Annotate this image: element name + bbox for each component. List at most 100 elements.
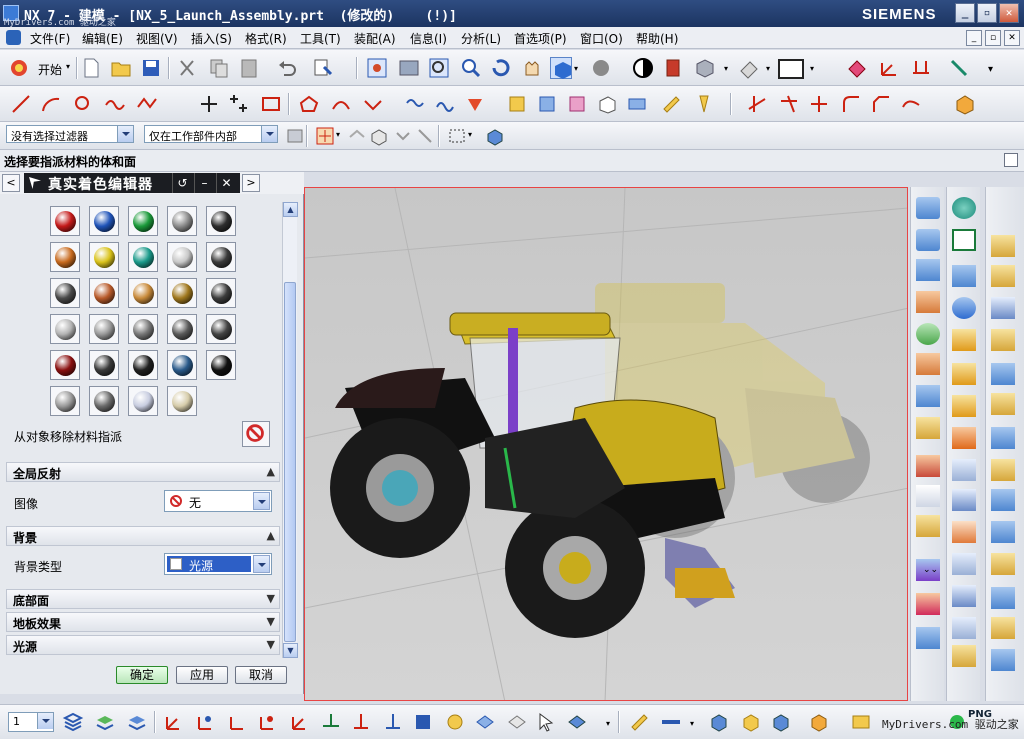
view-dropdown-icon[interactable]: ▾ [724, 64, 728, 73]
scroll-up-icon[interactable]: ▲ [283, 202, 298, 217]
render-style-dropdown-icon[interactable]: ▾ [574, 64, 578, 73]
rectangle-icon[interactable] [260, 93, 282, 115]
material-swatch[interactable] [89, 350, 119, 380]
boss-icon[interactable] [952, 459, 976, 481]
bridge-curve-icon[interactable] [362, 93, 384, 115]
select-component-icon[interactable] [392, 125, 414, 147]
menu-format[interactable]: 格式(R) [245, 30, 287, 47]
panel-forward-icon[interactable]: > [242, 174, 260, 192]
material-swatch[interactable] [89, 386, 119, 416]
wcs-dynamics-icon[interactable] [162, 711, 184, 733]
hand-icon[interactable] [846, 57, 868, 79]
wrap-curve-icon[interactable] [596, 93, 618, 115]
panel-back-icon[interactable]: < [2, 174, 20, 192]
extrude-icon[interactable] [952, 265, 976, 287]
menu-edit[interactable]: 编辑(E) [82, 30, 123, 47]
datum-plane-icon[interactable] [952, 229, 976, 251]
copy-to-layer-icon[interactable] [126, 711, 148, 733]
scroll-thumb[interactable] [284, 282, 296, 642]
material-swatch[interactable] [206, 314, 236, 344]
material-swatch[interactable] [89, 278, 119, 308]
trim-corner-icon[interactable] [778, 93, 800, 115]
toolbar-overflow-icon[interactable]: ▾ [606, 719, 610, 728]
material-swatch[interactable] [50, 206, 80, 236]
menu-insert[interactable]: 插入(S) [191, 30, 232, 47]
patch-icon[interactable] [916, 627, 940, 649]
background-dropdown-icon[interactable]: ▾ [766, 64, 770, 73]
curve-edit-icon[interactable] [660, 93, 682, 115]
shaded-view-icon[interactable] [550, 57, 572, 79]
open-folder-icon[interactable] [110, 57, 132, 79]
intersect-icon[interactable] [952, 617, 976, 639]
extract-body-icon[interactable] [991, 553, 1015, 575]
orient-wcs-icon[interactable] [256, 711, 278, 733]
through-curves-icon[interactable] [916, 323, 940, 345]
swept-surface-icon[interactable] [916, 291, 940, 313]
command-finder-icon[interactable] [312, 57, 334, 79]
start-icon[interactable] [8, 57, 30, 79]
remove-material-button[interactable] [242, 421, 270, 447]
history-icon[interactable] [850, 711, 872, 733]
start-dropdown-icon[interactable]: ▾ [66, 62, 70, 71]
menu-assembly[interactable]: 装配(A) [354, 30, 396, 47]
arc-icon[interactable] [40, 93, 62, 115]
circle-icon[interactable] [72, 93, 94, 115]
material-swatch[interactable] [167, 314, 197, 344]
line-width-dropdown-icon[interactable]: ▾ [690, 719, 694, 728]
join-curve-icon[interactable] [404, 93, 426, 115]
fillet-curve-icon[interactable] [840, 93, 862, 115]
close-panel-icon[interactable]: ✕ [216, 173, 236, 193]
save-wcs-icon[interactable] [444, 711, 466, 733]
section-view-icon[interactable] [694, 57, 716, 79]
image-combo[interactable]: 无 [164, 490, 272, 512]
change-yc-icon[interactable] [382, 711, 404, 733]
cylinder-icon[interactable] [952, 363, 976, 385]
add-feature-icon[interactable] [954, 93, 976, 115]
scroll-down-icon[interactable]: ▼ [283, 643, 298, 658]
material-swatch[interactable] [206, 242, 236, 272]
close-button[interactable]: ✕ [999, 3, 1019, 23]
spline-icon[interactable] [104, 93, 126, 115]
studio-spline-icon[interactable] [136, 93, 158, 115]
material-swatch[interactable] [128, 278, 158, 308]
divide-curve-icon[interactable] [808, 93, 830, 115]
layer-settings-icon[interactable] [62, 711, 84, 733]
global-reflection-section-header[interactable]: 全局反射 ▲ [6, 462, 280, 482]
material-swatch[interactable] [50, 350, 80, 380]
material-swatch[interactable] [89, 242, 119, 272]
sphere-icon[interactable] [590, 57, 612, 79]
material-swatch[interactable] [206, 350, 236, 380]
menu-preferences[interactable]: 首选项(P) [514, 30, 567, 47]
snap-point-icon[interactable] [314, 125, 336, 147]
floor-effect-section-header[interactable]: 地板效果 ▼ [6, 612, 280, 632]
point-set-icon[interactable] [228, 93, 250, 115]
edge-blend-icon[interactable] [952, 645, 976, 667]
pan-icon[interactable] [520, 57, 542, 79]
copy-icon[interactable] [208, 57, 230, 79]
doc-minimize-icon[interactable]: _ [966, 30, 982, 46]
background-type-combo[interactable]: 光源 [164, 553, 272, 575]
select-faces-icon[interactable] [346, 125, 368, 147]
save-icon[interactable] [140, 57, 162, 79]
material-swatch[interactable] [89, 206, 119, 236]
replace-face-icon[interactable] [991, 587, 1015, 609]
menu-file[interactable]: 文件(F) [30, 30, 70, 47]
surface-icon[interactable] [916, 197, 940, 219]
intersect-curve-icon[interactable] [464, 93, 486, 115]
offset-curve-icon[interactable] [330, 93, 352, 115]
extension-surface-icon[interactable] [916, 417, 940, 439]
show-hide-icon[interactable] [474, 711, 496, 733]
material-swatch[interactable] [167, 242, 197, 272]
selection-scope-select[interactable]: 仅在工作部件内部 [144, 125, 278, 143]
studio-mode-icon[interactable] [632, 57, 654, 79]
pin-icon[interactable] [29, 177, 41, 189]
material-swatch[interactable] [167, 386, 197, 416]
move-to-layer-icon[interactable] [94, 711, 116, 733]
more-icon[interactable]: ⌄⌄ [923, 565, 938, 575]
material-swatch[interactable] [50, 242, 80, 272]
line-icon[interactable] [10, 93, 32, 115]
chamfer-curve-icon[interactable] [870, 93, 892, 115]
material-swatch[interactable] [128, 206, 158, 236]
sheet-from-points-icon[interactable] [916, 353, 940, 375]
instance-icon[interactable] [991, 489, 1015, 511]
